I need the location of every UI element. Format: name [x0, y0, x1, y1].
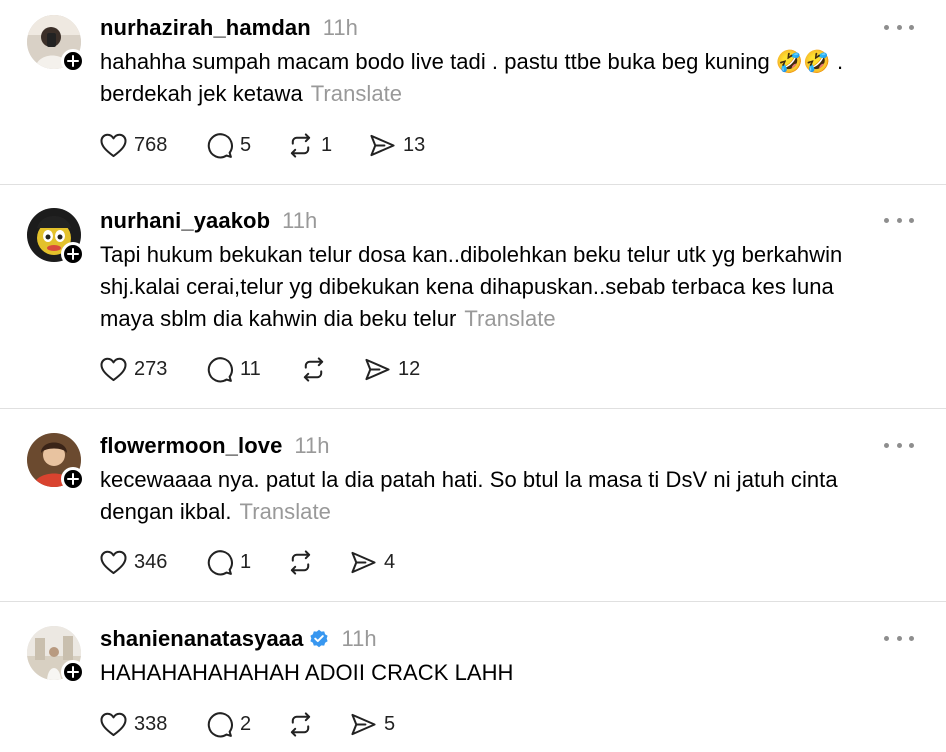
share-icon — [351, 551, 376, 573]
repost-count: 1 — [321, 133, 333, 156]
post-text: Tapi hukum bekukan telur dosa kan..dibol… — [100, 239, 900, 335]
share-button[interactable]: 13 — [369, 130, 425, 160]
follow-plus-icon[interactable] — [61, 49, 85, 73]
post-header: flowermoon_love 11h — [100, 432, 330, 460]
post-text: kecewaaaa nya. patut la dia patah hati. … — [100, 464, 900, 528]
repost-icon — [290, 132, 311, 158]
share-icon — [365, 358, 390, 380]
timestamp: 11h — [294, 433, 330, 458]
share-count: 5 — [384, 712, 396, 735]
like-button[interactable]: 346 — [100, 547, 167, 577]
like-count: 346 — [134, 550, 168, 573]
reply-button[interactable]: 5 — [206, 130, 251, 160]
timestamp: 11h — [341, 626, 377, 651]
post-header: nurhani_yaakob 11h — [100, 207, 317, 235]
post: nurhani_yaakob 11h Tapi hukum bekukan te… — [0, 193, 946, 407]
repost-icon — [303, 356, 324, 382]
divider — [0, 408, 946, 409]
repost-button[interactable] — [287, 547, 321, 577]
divider — [0, 184, 946, 185]
comment-icon — [207, 711, 233, 737]
post-text-line: dengan ikbal. Translate — [100, 499, 331, 524]
reply-button[interactable]: 1 — [206, 547, 251, 577]
post-text-line: berdekah jek ketawa Translate — [100, 81, 403, 106]
post-text-line: hahahha sumpah macam bodo live tadi . pa… — [100, 49, 844, 74]
post-text: HAHAHAHAHAHAH ADOII CRACK LAHH — [100, 657, 900, 689]
follow-plus-icon[interactable] — [61, 242, 85, 266]
timestamp: 11h — [282, 208, 318, 233]
heart-icon — [100, 133, 127, 157]
share-icon — [351, 713, 376, 735]
post-text: hahahha sumpah macam bodo live tadi . pa… — [100, 46, 900, 110]
share-count: 13 — [403, 133, 426, 156]
avatar-container[interactable] — [27, 208, 85, 266]
post-text-line: maya sblm dia kahwin dia beku telur Trans… — [100, 306, 556, 331]
share-count: 12 — [398, 357, 421, 380]
repost-icon — [290, 711, 311, 737]
post-text-line: Tapi hukum bekukan telur dosa kan..dibol… — [100, 242, 843, 267]
like-button[interactable]: 273 — [100, 354, 167, 384]
username[interactable]: nurhazirah_hamdan — [100, 15, 311, 41]
translate-link[interactable]: Translate — [464, 306, 555, 331]
like-count: 768 — [134, 133, 168, 156]
repost-button[interactable]: 1 — [287, 130, 332, 160]
avatar-container[interactable] — [27, 433, 85, 491]
share-button[interactable]: 5 — [350, 709, 395, 739]
share-icon — [370, 134, 395, 156]
avatar-container[interactable] — [27, 15, 85, 73]
avatar-container[interactable] — [27, 626, 85, 684]
share-count: 4 — [384, 550, 396, 573]
repost-icon — [290, 549, 311, 575]
post-text-line: kecewaaaa nya. patut la dia patah hati. … — [100, 467, 838, 492]
comment-icon — [207, 356, 233, 382]
post-header: nurhazirah_hamdan 11h — [100, 14, 358, 42]
more-options-icon[interactable] — [884, 17, 914, 37]
post-text-line: shj.kalai cerai,telur yg dibekukan kena … — [100, 274, 834, 299]
divider — [0, 601, 946, 602]
like-count: 273 — [134, 357, 168, 380]
follow-plus-icon[interactable] — [61, 467, 85, 491]
post-header: shanienanatasyaaa 11h — [100, 625, 377, 653]
reply-count: 2 — [240, 712, 252, 735]
more-options-icon[interactable] — [884, 210, 914, 230]
timestamp: 11h — [322, 15, 358, 40]
post-text-line: HAHAHAHAHAHAH ADOII CRACK LAHH — [100, 660, 514, 685]
like-button[interactable]: 768 — [100, 130, 167, 160]
verified-badge-icon — [309, 629, 329, 649]
like-count: 338 — [134, 712, 168, 735]
translate-link[interactable]: Translate — [240, 499, 331, 524]
username[interactable]: flowermoon_love — [100, 433, 282, 459]
username[interactable]: shanienanatasyaaa — [100, 626, 303, 652]
heart-icon — [100, 357, 127, 381]
heart-icon — [100, 712, 127, 736]
reply-count: 11 — [240, 357, 261, 380]
like-button[interactable]: 338 — [100, 709, 167, 739]
reply-count: 5 — [240, 133, 252, 156]
post: nurhazirah_hamdan 11h hahahha sumpah mac… — [0, 0, 946, 184]
more-options-icon[interactable] — [884, 628, 914, 648]
follow-plus-icon[interactable] — [61, 660, 85, 684]
repost-button[interactable] — [287, 709, 321, 739]
share-button[interactable]: 12 — [364, 354, 420, 384]
comment-icon — [207, 132, 233, 158]
more-options-icon[interactable] — [884, 435, 914, 455]
reply-button[interactable]: 11 — [206, 354, 261, 384]
translate-link[interactable]: Translate — [311, 81, 402, 106]
username[interactable]: nurhani_yaakob — [100, 208, 270, 234]
share-button[interactable]: 4 — [350, 547, 395, 577]
repost-button[interactable] — [300, 354, 334, 384]
post: flowermoon_love 11h kecewaaaa nya. patut… — [0, 418, 946, 600]
reply-button[interactable]: 2 — [206, 709, 251, 739]
reply-count: 1 — [240, 550, 252, 573]
heart-icon — [100, 550, 127, 574]
comment-icon — [207, 549, 233, 575]
post: shanienanatasyaaa 11h HAHAHAHAHAHAH ADOI… — [0, 611, 946, 752]
